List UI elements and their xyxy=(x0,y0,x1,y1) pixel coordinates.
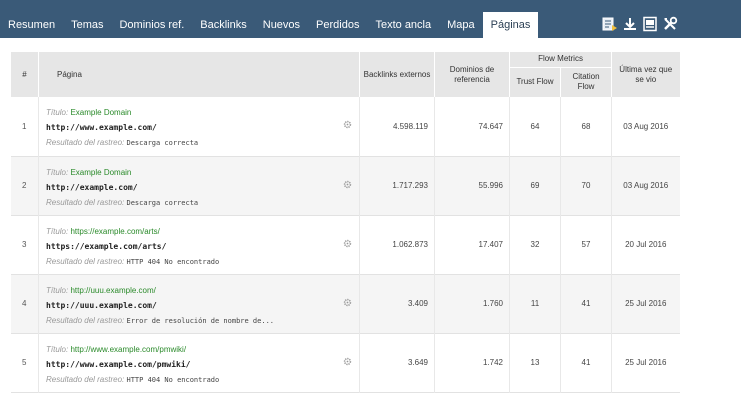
tools-icon[interactable] xyxy=(662,16,678,32)
crawl-result: HTTP 404 No encontrado xyxy=(126,375,220,384)
page-title: https://example.com/arts/ xyxy=(70,226,160,236)
referring-domains-value: 74.647 xyxy=(434,97,510,156)
referring-domains-value: 1.760 xyxy=(434,274,510,333)
trust-flow-value: 32 xyxy=(509,215,561,274)
page-cell: Título: http://www.example.com/pmwiki/ h… xyxy=(38,333,360,392)
table-row: 1 Título: Example Domain http://www.exam… xyxy=(10,97,680,156)
citation-flow-value: 57 xyxy=(559,215,612,274)
tab-perdidos[interactable]: Perdidos xyxy=(308,12,367,38)
page-url-link[interactable]: http://www.example.com/ xyxy=(46,123,157,132)
page-url-link[interactable]: https://example.com/arts/ xyxy=(46,242,166,251)
tab-temas[interactable]: Temas xyxy=(63,12,111,38)
page-url-link[interactable]: http://www.example.com/pmwiki/ xyxy=(46,360,191,369)
table-row: 2 Título: Example Domain http://example.… xyxy=(10,156,680,215)
page-cell: Título: Example Domain http://www.exampl… xyxy=(38,97,360,156)
citation-flow-value: 41 xyxy=(559,333,612,392)
column-header-last-seen[interactable]: Última vez que se vio xyxy=(611,52,680,97)
backlinks-value: 3.409 xyxy=(359,274,435,333)
pages-table: # Página Backlinks externos Dominios de … xyxy=(10,52,680,393)
row-number: 5 xyxy=(22,358,27,367)
gear-icon[interactable] xyxy=(343,180,352,189)
download-icon[interactable] xyxy=(622,16,638,32)
crawl-result: HTTP 404 No encontrado xyxy=(126,257,220,266)
referring-domains-value: 1.742 xyxy=(434,333,510,392)
trust-flow-value: 11 xyxy=(509,274,561,333)
title-label: Título: xyxy=(46,226,69,236)
title-label: Título: xyxy=(46,344,69,354)
last-seen-value: 25 Jul 2016 xyxy=(611,333,680,392)
trust-flow-value: 64 xyxy=(509,97,561,156)
row-number: 2 xyxy=(10,156,39,215)
last-seen-value: 03 Aug 2016 xyxy=(611,97,680,156)
crawl-result-label: Resultado del rastreo: xyxy=(46,138,125,147)
last-seen-value: 20 Jul 2016 xyxy=(611,215,680,274)
crawl-result: Error de resolución de nombre de... xyxy=(126,316,275,325)
tab-mapa[interactable]: Mapa xyxy=(439,12,483,38)
page-title: Example Domain xyxy=(70,108,132,117)
crawl-result: Descarga correcta xyxy=(126,139,199,147)
crawl-result-label: Resultado del rastreo: xyxy=(46,315,125,325)
tab-strip: Resumen Temas Dominios ref. Backlinks Nu… xyxy=(0,12,539,38)
page-cell: Título: Example Domain http://example.co… xyxy=(38,156,360,215)
tab-backlinks[interactable]: Backlinks xyxy=(192,12,254,38)
gear-icon[interactable] xyxy=(343,298,352,307)
page-title: Example Domain xyxy=(70,167,132,177)
row-number: 1 xyxy=(22,121,27,131)
citation-flow-value: 41 xyxy=(559,274,612,333)
crawl-result-label: Resultado del rastreo: xyxy=(46,197,125,207)
trust-flow-value: 13 xyxy=(509,333,561,392)
title-label: Título: xyxy=(46,167,69,177)
title-label: Título: xyxy=(46,285,69,295)
table-row: 4 Título: http://uuu.example.com/ http:/… xyxy=(10,274,680,333)
gear-icon[interactable] xyxy=(343,239,352,248)
referring-domains-value: 55.996 xyxy=(434,156,510,215)
tab-paginas[interactable]: Páginas xyxy=(482,12,539,38)
crawl-result-label: Resultado del rastreo: xyxy=(46,256,125,266)
table-row: 3 Título: https://example.com/arts/ http… xyxy=(10,215,680,274)
title-label: Título: xyxy=(46,108,69,117)
export-excel-icon[interactable] xyxy=(602,16,618,32)
column-header-citation-flow[interactable]: Citation Flow xyxy=(559,67,612,97)
row-number: 4 xyxy=(10,274,39,333)
backlinks-value: 4.598.119 xyxy=(359,97,435,156)
crawl-result: Descarga correcta xyxy=(126,198,199,207)
tab-resumen[interactable]: Resumen xyxy=(0,12,63,38)
last-seen-value: 25 Jul 2016 xyxy=(611,274,680,333)
backlinks-value: 3.649 xyxy=(359,333,435,392)
report-icon[interactable] xyxy=(642,16,658,32)
backlinks-value: 1.717.293 xyxy=(359,156,435,215)
column-header-number: # xyxy=(10,52,39,97)
table-row: 5 Título: http://www.example.com/pmwiki/… xyxy=(10,333,680,392)
gear-icon[interactable] xyxy=(343,120,352,129)
column-header-backlinks[interactable]: Backlinks externos xyxy=(359,52,435,97)
trust-flow-value: 69 xyxy=(509,156,561,215)
column-header-page[interactable]: Página xyxy=(38,52,360,97)
column-header-flow-metrics: Flow Metrics xyxy=(508,52,612,68)
last-seen-value: 03 Aug 2016 xyxy=(611,156,680,215)
page-url-link[interactable]: http://example.com/ xyxy=(46,183,138,192)
citation-flow-value: 68 xyxy=(559,97,612,156)
gear-icon[interactable] xyxy=(343,357,352,366)
column-header-referring-domains[interactable]: Dominios de referencia xyxy=(434,52,510,97)
row-number: 3 xyxy=(22,240,27,249)
backlinks-value: 1.062.873 xyxy=(359,215,435,274)
page-url-link[interactable]: http://uuu.example.com/ xyxy=(46,301,157,310)
referring-domains-value: 17.407 xyxy=(434,215,510,274)
tab-texto-ancla[interactable]: Texto ancla xyxy=(367,12,439,38)
column-header-trust-flow[interactable]: Trust Flow xyxy=(509,67,561,97)
page-cell: Título: http://uuu.example.com/ http://u… xyxy=(38,274,360,333)
page-cell: Título: https://example.com/arts/ https:… xyxy=(38,215,360,274)
page-title: http://uuu.example.com/ xyxy=(70,285,156,295)
tab-nuevos[interactable]: Nuevos xyxy=(255,12,308,38)
top-navigation-bar: Resumen Temas Dominios ref. Backlinks Nu… xyxy=(0,0,741,38)
page-title: http://www.example.com/pmwiki/ xyxy=(70,344,187,354)
crawl-result-label: Resultado del rastreo: xyxy=(46,374,125,384)
citation-flow-value: 70 xyxy=(559,156,612,215)
tab-dominios-ref[interactable]: Dominios ref. xyxy=(111,12,192,38)
